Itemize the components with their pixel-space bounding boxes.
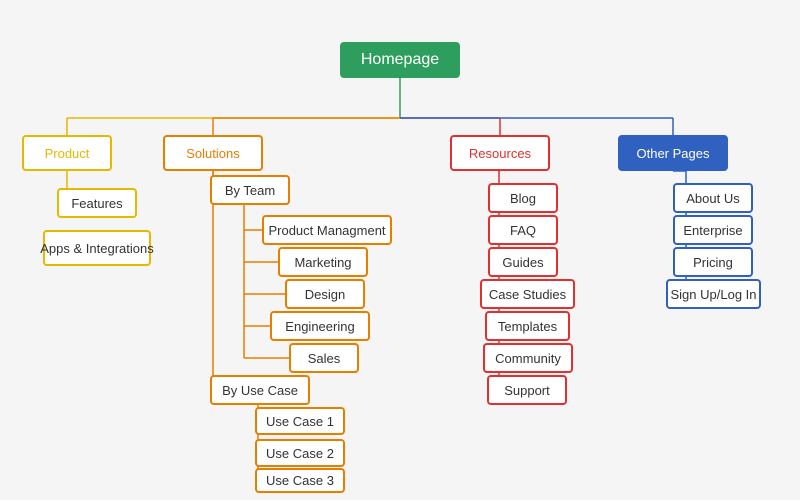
node-templates: Templates bbox=[485, 311, 570, 341]
node-sales: Sales bbox=[289, 343, 359, 373]
node-product: Product bbox=[22, 135, 112, 171]
node-engineering: Engineering bbox=[270, 311, 370, 341]
node-byteam: By Team bbox=[210, 175, 290, 205]
node-marketing: Marketing bbox=[278, 247, 368, 277]
node-byusecase: By Use Case bbox=[210, 375, 310, 405]
node-signup: Sign Up/Log In bbox=[666, 279, 761, 309]
node-enterprise: Enterprise bbox=[673, 215, 753, 245]
node-pricing: Pricing bbox=[673, 247, 753, 277]
node-apps: Apps & Integrations bbox=[43, 230, 151, 266]
node-usecase3: Use Case 3 bbox=[255, 468, 345, 493]
node-prodmgmt: Product Managment bbox=[262, 215, 392, 245]
node-blog: Blog bbox=[488, 183, 558, 213]
node-homepage: Homepage bbox=[340, 42, 460, 78]
node-other: Other Pages bbox=[618, 135, 728, 171]
sitemap-diagram: Homepage Product Solutions Resources Other P… bbox=[0, 0, 800, 500]
node-faq: FAQ bbox=[488, 215, 558, 245]
node-usecase2: Use Case 2 bbox=[255, 439, 345, 467]
node-support: Support bbox=[487, 375, 567, 405]
node-aboutus: About Us bbox=[673, 183, 753, 213]
node-features: Features bbox=[57, 188, 137, 218]
node-resources: Resources bbox=[450, 135, 550, 171]
node-design: Design bbox=[285, 279, 365, 309]
node-casestudies: Case Studies bbox=[480, 279, 575, 309]
node-usecase1: Use Case 1 bbox=[255, 407, 345, 435]
node-solutions: Solutions bbox=[163, 135, 263, 171]
node-guides: Guides bbox=[488, 247, 558, 277]
node-community: Community bbox=[483, 343, 573, 373]
